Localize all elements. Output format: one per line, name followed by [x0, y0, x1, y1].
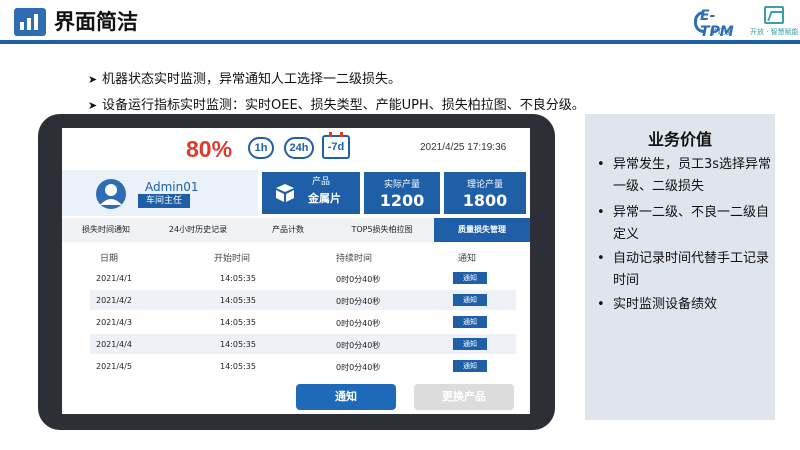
range-1h-button[interactable]: 1h: [248, 137, 274, 159]
column-header: 持续时间: [336, 254, 373, 264]
oee-value: 80%: [186, 136, 233, 162]
panel-item: • 实时监测设备绩效: [597, 294, 773, 316]
table-row: 2021/4/1 14:05:35 0时0分40秒 通知: [90, 268, 516, 288]
table-row: 2021/4/4 14:05:35 0时0分40秒 通知: [90, 334, 516, 354]
bullet-dot-icon: •: [597, 157, 605, 172]
business-value-panel: 业务价值 • 异常发生，员工3s选择异常一级、二级损失 • 异常一二级、不良一二…: [585, 114, 775, 420]
panel-item: • 自动记录时间代替手工记录时间: [597, 248, 773, 292]
table-row: 2021/4/2 14:05:35 0时0分40秒 通知: [90, 290, 516, 310]
bullet-item: ➤ 机器状态实时监测，异常通知人工选择一二级损失。: [88, 72, 402, 87]
table-row: 2021/4/3 14:05:35 0时0分40秒 通知: [90, 312, 516, 332]
bullet-item: ➤ 设备运行指标实时监测：实时OEE、损失类型、产能UPH、损失柏拉图、不良分级。: [88, 98, 585, 113]
datetime: 2021/4/25 17:19:36: [420, 142, 507, 153]
tab-top5-pareto[interactable]: TOP5损失柏拉图: [330, 218, 434, 242]
tab-bar: 损失时间通知 24小时历史记录 产品计数 TOP5损失柏拉图 质量损失管理: [62, 218, 530, 242]
row-notify-button[interactable]: 通知: [453, 360, 487, 372]
table-row: 2021/4/5 14:05:35 0时0分40秒 通知: [90, 356, 516, 376]
range-24h-button[interactable]: 24h: [284, 137, 314, 159]
theory-output-card: 理论产量 1800: [444, 172, 526, 214]
column-header: 日期: [100, 254, 119, 264]
user-name: Admin01: [145, 180, 199, 194]
column-header: 通知: [458, 254, 477, 264]
calendar-7d-button[interactable]: -7d: [322, 132, 350, 159]
actual-output-card: 实际产量 1200: [364, 172, 440, 214]
change-product-button[interactable]: 更换产品: [414, 384, 514, 410]
table-header: 日期 开始时间 持续时间 通知: [90, 251, 516, 265]
tab-24h-history[interactable]: 24小时历史记录: [150, 218, 246, 242]
bullet-dot-icon: •: [597, 251, 605, 266]
row-notify-button[interactable]: 通知: [453, 316, 487, 328]
panel-item: • 异常发生，员工3s选择异常一级、二级损失: [597, 154, 773, 198]
brand-logo: 开放 · 智慧赋能: [750, 4, 799, 38]
tab-quality-loss[interactable]: 质量损失管理: [434, 218, 530, 242]
user-avatar-icon: [96, 179, 126, 209]
header-divider: [0, 40, 800, 44]
header: 界面简洁 E-TPM 学汇通 开放 · 智慧赋能: [0, 0, 800, 44]
row-notify-button[interactable]: 通知: [453, 272, 487, 284]
page-title: 界面简洁: [54, 10, 138, 34]
tablet-screen: 80% 1h 24h -7d 2021/4/25 17:19:36 Admin0…: [62, 128, 530, 414]
panel-title: 业务价值: [647, 130, 712, 149]
row-notify-button[interactable]: 通知: [453, 338, 487, 350]
bar-chart-icon: [14, 8, 46, 36]
product-card: 产品 金属片: [262, 172, 360, 214]
tab-product-count[interactable]: 产品计数: [246, 218, 330, 242]
arrow-icon: ➤: [88, 99, 98, 112]
bullet-dot-icon: •: [597, 205, 605, 220]
tab-loss-time-notify[interactable]: 损失时间通知: [62, 218, 150, 242]
bullet-dot-icon: •: [597, 297, 605, 312]
row-notify-button[interactable]: 通知: [453, 294, 487, 306]
arrow-icon: ➤: [88, 73, 98, 86]
box-icon: [276, 184, 294, 202]
notify-button[interactable]: 通知: [296, 384, 396, 410]
user-role-badge: 车间主任: [138, 194, 190, 208]
etpm-logo: E-TPM 学汇通: [694, 8, 746, 40]
panel-item: • 异常一二级、不良一二级自定义: [597, 202, 773, 246]
column-header: 开始时间: [214, 254, 251, 264]
